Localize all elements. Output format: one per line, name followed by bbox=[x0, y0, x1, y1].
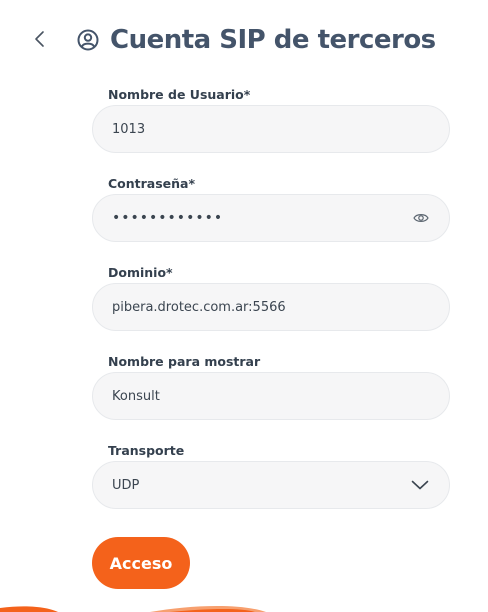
display-name-label: Nombre para mostrar bbox=[108, 354, 261, 369]
domain-input-box bbox=[92, 283, 450, 331]
page: Cuenta SIP de terceros Nombre de Usuario… bbox=[0, 0, 488, 612]
sip-account-form: Nombre de Usuario* Contraseña* Dominio* bbox=[92, 86, 450, 509]
username-label: Nombre de Usuario* bbox=[108, 87, 251, 102]
user-circle-icon bbox=[76, 28, 100, 52]
display-name-input-box bbox=[92, 372, 450, 420]
display-name-field: Nombre para mostrar bbox=[92, 353, 450, 420]
transport-select[interactable]: UDP bbox=[92, 461, 450, 509]
username-input[interactable] bbox=[93, 106, 402, 152]
transport-field: Transporte UDP bbox=[92, 442, 450, 509]
chevron-left-icon[interactable] bbox=[34, 30, 46, 48]
back-button[interactable] bbox=[28, 26, 52, 52]
domain-field: Dominio* bbox=[92, 264, 450, 331]
password-field: Contraseña* bbox=[92, 175, 450, 242]
username-input-box bbox=[92, 105, 450, 153]
username-field: Nombre de Usuario* bbox=[92, 86, 450, 153]
domain-input[interactable] bbox=[93, 284, 402, 330]
transport-dropdown-toggle[interactable] bbox=[411, 480, 429, 490]
domain-label: Dominio* bbox=[108, 265, 173, 280]
bottom-decoration bbox=[0, 605, 266, 612]
display-name-input[interactable] bbox=[93, 373, 402, 419]
password-input[interactable] bbox=[93, 195, 402, 241]
transport-label: Transporte bbox=[108, 443, 185, 458]
header: Cuenta SIP de terceros bbox=[76, 20, 436, 60]
submit-button[interactable]: Acceso bbox=[92, 537, 190, 589]
transport-selected-value: UDP bbox=[112, 477, 140, 493]
page-title: Cuenta SIP de terceros bbox=[110, 25, 436, 55]
password-label: Contraseña* bbox=[108, 176, 196, 191]
password-visibility-toggle[interactable] bbox=[413, 212, 429, 224]
password-input-box bbox=[92, 194, 450, 242]
eye-icon[interactable] bbox=[413, 212, 429, 224]
chevron-down-icon[interactable] bbox=[411, 480, 429, 490]
